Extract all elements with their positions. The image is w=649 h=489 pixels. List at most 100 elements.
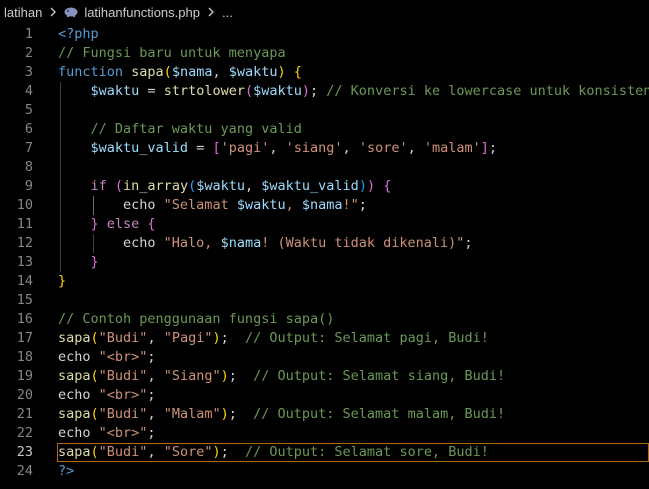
- code-line[interactable]: 2 // Fungsi baru untuk menyapa: [0, 44, 649, 63]
- code-text[interactable]: }: [58, 272, 66, 291]
- code-token: ;: [147, 425, 156, 441]
- code-text[interactable]: echo "<br>";: [58, 348, 156, 367]
- code-token: // Output: Selamat siang, Budi!: [253, 368, 506, 384]
- code-text[interactable]: // Daftar waktu yang valid: [58, 120, 302, 139]
- code-line[interactable]: 15: [0, 291, 649, 310]
- code-line[interactable]: 19 sapa("Budi", "Siang"); // Output: Sela…: [0, 367, 649, 386]
- code-token: ;: [488, 140, 498, 156]
- line-number: 22: [16, 425, 33, 441]
- code-line[interactable]: 5: [0, 101, 649, 120]
- code-token: "Budi": [98, 406, 148, 422]
- code-line[interactable]: 11 } else {: [0, 215, 649, 234]
- code-token: // Fungsi baru untuk menyapa: [58, 45, 286, 61]
- code-token: {: [383, 178, 392, 194]
- code-text[interactable]: sapa("Budi", "Sore"); // Output: Selamat…: [58, 443, 489, 462]
- code-token: ,: [147, 406, 164, 422]
- code-text[interactable]: } else {: [58, 215, 156, 234]
- code-token: $waktu: [228, 64, 278, 80]
- code-text[interactable]: }: [58, 253, 99, 272]
- code-token: ;: [358, 197, 367, 213]
- code-line[interactable]: 16 // Contoh penggunaan fungsi sapa(): [0, 310, 649, 329]
- indent-guide: [60, 82, 61, 272]
- code-token: "Pagi": [163, 330, 213, 346]
- code-token: (: [90, 330, 99, 346]
- code-token: if: [90, 178, 115, 194]
- code-token: else: [106, 216, 148, 232]
- code-token: {: [147, 216, 156, 232]
- code-token: $waktu_valid: [90, 140, 189, 156]
- code-line[interactable]: 21 sapa("Budi", "Malam"); // Output: Sela…: [0, 405, 649, 424]
- code-token: ;: [220, 330, 246, 346]
- line-number: 14: [16, 273, 33, 289]
- code-line[interactable]: 6 // Daftar waktu yang valid: [0, 120, 649, 139]
- code-token: "Halo,: [163, 235, 221, 251]
- line-number: 16: [16, 311, 33, 327]
- code-token: }: [58, 273, 67, 289]
- code-token: // Output: Selamat pagi, Budi!: [245, 330, 489, 346]
- code-token: ]: [480, 140, 489, 156]
- code-token: // Konversi ke lowercase untuk konsisten…: [326, 83, 649, 99]
- code-line[interactable]: 7 $waktu_valid = ['pagi', 'siang', 'sore…: [0, 139, 649, 158]
- code-line[interactable]: 22 echo "<br>";: [0, 424, 649, 443]
- breadcrumb-folder[interactable]: latihan: [4, 5, 42, 20]
- code-text[interactable]: $waktu = strtolower($waktu); // Konversi…: [58, 82, 649, 101]
- code-token: $waktu: [253, 83, 302, 99]
- code-token: {: [293, 64, 302, 80]
- code-text[interactable]: sapa("Budi", "Malam"); // Output: Selama…: [58, 405, 505, 424]
- code-line[interactable]: 20 echo "<br>";: [0, 386, 649, 405]
- code-token: 'siang': [285, 140, 343, 156]
- code-line[interactable]: 10 echo "Selamat $waktu, $nama!";: [0, 196, 649, 215]
- code-token: }: [90, 216, 107, 232]
- code-line[interactable]: 14}: [0, 272, 649, 291]
- code-token: ! (Waktu tidak dikenali)": [261, 235, 465, 251]
- code-line[interactable]: 1 <?php: [0, 25, 649, 44]
- code-line[interactable]: 18 echo "<br>";: [0, 348, 649, 367]
- code-line[interactable]: 24 ?>: [0, 462, 649, 481]
- breadcrumb-file[interactable]: latihanfunctions.php: [84, 5, 200, 20]
- code-text[interactable]: echo "<br>";: [58, 386, 156, 405]
- code-token: "Sore": [163, 444, 213, 460]
- code-token: ): [212, 444, 221, 460]
- code-text[interactable]: function sapa($nama, $waktu) {: [58, 63, 302, 82]
- line-number: 6: [24, 121, 33, 137]
- code-editor[interactable]: 1 <?php 2 // Fungsi baru untuk menyapa 3 func…: [0, 24, 649, 489]
- code-token: ,: [245, 178, 262, 194]
- code-text[interactable]: echo "Selamat $waktu, $nama!";: [58, 196, 367, 215]
- code-token: in_array: [123, 178, 189, 194]
- code-token: 'pagi': [220, 140, 270, 156]
- code-line[interactable]: 23 sapa("Budi", "Sore"); // Output: Selam…: [0, 443, 649, 462]
- code-text[interactable]: $waktu_valid = ['pagi', 'siang', 'sore',…: [58, 139, 498, 158]
- line-number: 11: [16, 216, 33, 232]
- code-token: $waktu_valid: [261, 178, 359, 194]
- code-token: $waktu: [196, 178, 245, 194]
- code-text[interactable]: if (in_array($waktu, $waktu_valid)) {: [58, 177, 392, 196]
- code-text[interactable]: // Contoh penggunaan fungsi sapa(): [58, 310, 334, 329]
- code-token: (: [244, 83, 254, 99]
- line-number: 10: [16, 197, 33, 213]
- code-token: ): [212, 330, 221, 346]
- code-text[interactable]: // Fungsi baru untuk menyapa: [58, 44, 286, 63]
- code-text[interactable]: echo "Halo, $nama! (Waktu tidak dikenali…: [58, 234, 473, 253]
- code-token: ,: [407, 140, 424, 156]
- code-token: ;: [147, 387, 156, 403]
- code-line[interactable]: 8: [0, 158, 649, 177]
- breadcrumb-symbols[interactable]: ...: [222, 5, 233, 20]
- code-text[interactable]: <?php: [58, 25, 99, 44]
- line-number: 9: [24, 178, 33, 194]
- code-line[interactable]: 9 if (in_array($waktu, $waktu_valid)) {: [0, 177, 649, 196]
- code-line[interactable]: 4 $waktu = strtolower($waktu); // Konver…: [0, 82, 649, 101]
- code-line[interactable]: 17 sapa("Budi", "Pagi"); // Output: Selam…: [0, 329, 649, 348]
- code-token: sapa: [131, 64, 164, 80]
- code-line[interactable]: 3 function sapa($nama, $waktu) {: [0, 63, 649, 82]
- code-token: (: [90, 368, 99, 384]
- code-text[interactable]: echo "<br>";: [58, 424, 156, 443]
- code-token: strtolower: [163, 83, 245, 99]
- code-text[interactable]: sapa("Budi", "Pagi"); // Output: Selamat…: [58, 329, 489, 348]
- code-text[interactable]: ?>: [58, 462, 74, 481]
- code-line[interactable]: 12 echo "Halo, $nama! (Waktu tidak diken…: [0, 234, 649, 253]
- code-line[interactable]: 13 }: [0, 253, 649, 272]
- code-text[interactable]: sapa("Budi", "Siang"); // Output: Selama…: [58, 367, 505, 386]
